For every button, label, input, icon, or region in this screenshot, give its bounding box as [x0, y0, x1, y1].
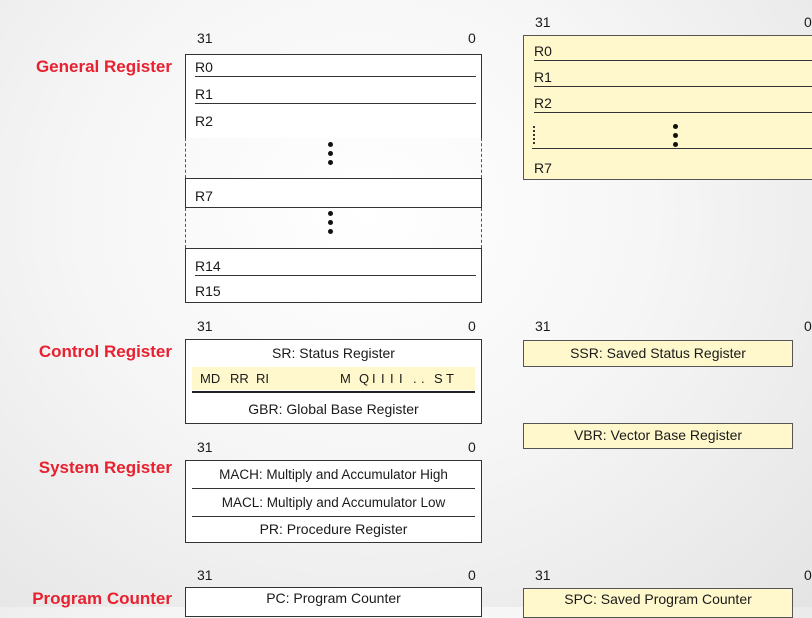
mach-underline — [192, 488, 475, 489]
ssr-bit-0: 0 — [804, 318, 812, 334]
macl-register: MACL: Multiply and Accumulator Low — [221, 495, 446, 510]
sr-bit-field: MD RR RI M Q I I I I . . S T — [192, 367, 475, 390]
ellipsis-dots — [327, 142, 333, 169]
bank-dashed-left-2 — [185, 208, 186, 248]
control-bit-31: 31 — [197, 318, 213, 334]
pc-bit-31: 31 — [197, 567, 213, 583]
gbr-global-base-register: GBR: Global Base Register — [248, 401, 419, 417]
sr-bit-i1: I — [390, 371, 394, 386]
bit-0-label-bank1: 0 — [804, 14, 812, 30]
bank1-register-r2: R2 — [534, 93, 812, 113]
bank1-divider — [532, 148, 812, 149]
mach-register: MACH: Multiply and Accumulator High — [219, 467, 448, 482]
control-register-label: Control Register — [38, 342, 172, 361]
register-r14: R14 — [195, 256, 476, 276]
ssr-bit-31: 31 — [535, 318, 551, 334]
bank1-register-r0: R0 — [534, 41, 812, 61]
macl-underline — [192, 516, 475, 517]
ellipsis-dots-2 — [327, 211, 333, 238]
sr-bit-m: M — [340, 371, 351, 386]
spc-box: SPC: Saved Program Counter — [523, 588, 793, 618]
spc-bit-31: 31 — [535, 567, 551, 583]
sr-status-register: SR: Status Register — [272, 345, 395, 361]
sr-bit-rr: RR — [230, 371, 249, 386]
pc-bit-0: 0 — [468, 567, 476, 583]
general-register-bank1: R0 R1 R2 R7 — [523, 35, 812, 180]
bit-0-label: 0 — [468, 30, 476, 46]
control-bit-0: 0 — [468, 318, 476, 334]
spc-bit-0: 0 — [804, 567, 812, 583]
bank1-ellipsis-dots — [672, 124, 678, 151]
control-register-box: SR: Status Register MD RR RI M Q I I I I… — [185, 339, 482, 424]
ssr-box: SSR: Saved Status Register — [523, 340, 793, 367]
pc-program-counter: PC: Program Counter — [266, 590, 401, 606]
pc-box: PC: Program Counter — [185, 587, 482, 617]
system-bit-0: 0 — [468, 439, 476, 455]
sr-bit-q: Q — [359, 371, 370, 386]
bit-31-label-bank1: 31 — [535, 14, 551, 30]
sr-bit-ri: RI — [256, 371, 269, 386]
bit-31-label: 31 — [197, 30, 213, 46]
bank1-left-dots — [533, 126, 540, 144]
vbr-vector-base-register: VBR: Vector Base Register — [573, 427, 743, 443]
sr-bit-i3: I — [372, 371, 376, 386]
bank-dashed-right-2 — [481, 208, 482, 248]
program-counter-label: Program Counter — [32, 589, 172, 608]
bank1-register-r7: R7 — [534, 160, 552, 176]
pr-procedure-register: PR: Procedure Register — [259, 521, 408, 537]
general-register-label: General Register — [35, 57, 172, 76]
sr-bit-s: S — [434, 371, 443, 386]
sr-underline — [192, 391, 475, 393]
system-bit-31: 31 — [197, 439, 213, 455]
sr-bit-md: MD — [200, 371, 221, 386]
bank-dashed-right — [481, 138, 482, 178]
ssr-saved-status-register: SSR: Saved Status Register — [570, 345, 746, 361]
sr-bit-t: T — [446, 371, 454, 386]
spc-saved-program-counter: SPC: Saved Program Counter — [564, 591, 752, 607]
register-r2: R2 — [195, 113, 213, 129]
sr-bit-reserved-2: . — [421, 371, 425, 386]
system-register-box: MACH: Multiply and Accumulator High MACL… — [185, 460, 482, 543]
bank1-register-r1: R1 — [534, 67, 812, 87]
sr-bit-i2: I — [381, 371, 385, 386]
register-r15: R15 — [195, 283, 221, 299]
system-register-label: System Register — [38, 458, 172, 477]
register-r0: R0 — [195, 57, 476, 77]
sr-bit-i0: I — [399, 371, 403, 386]
register-r7: R7 — [195, 188, 213, 204]
general-register-bank: R0 R1 R2 R7 R14 R15 — [185, 54, 482, 303]
sr-bit-reserved-1: . — [413, 371, 417, 386]
register-r1: R1 — [195, 84, 476, 104]
bank-dashed-left — [185, 138, 186, 178]
vbr-box: VBR: Vector Base Register — [523, 423, 793, 449]
